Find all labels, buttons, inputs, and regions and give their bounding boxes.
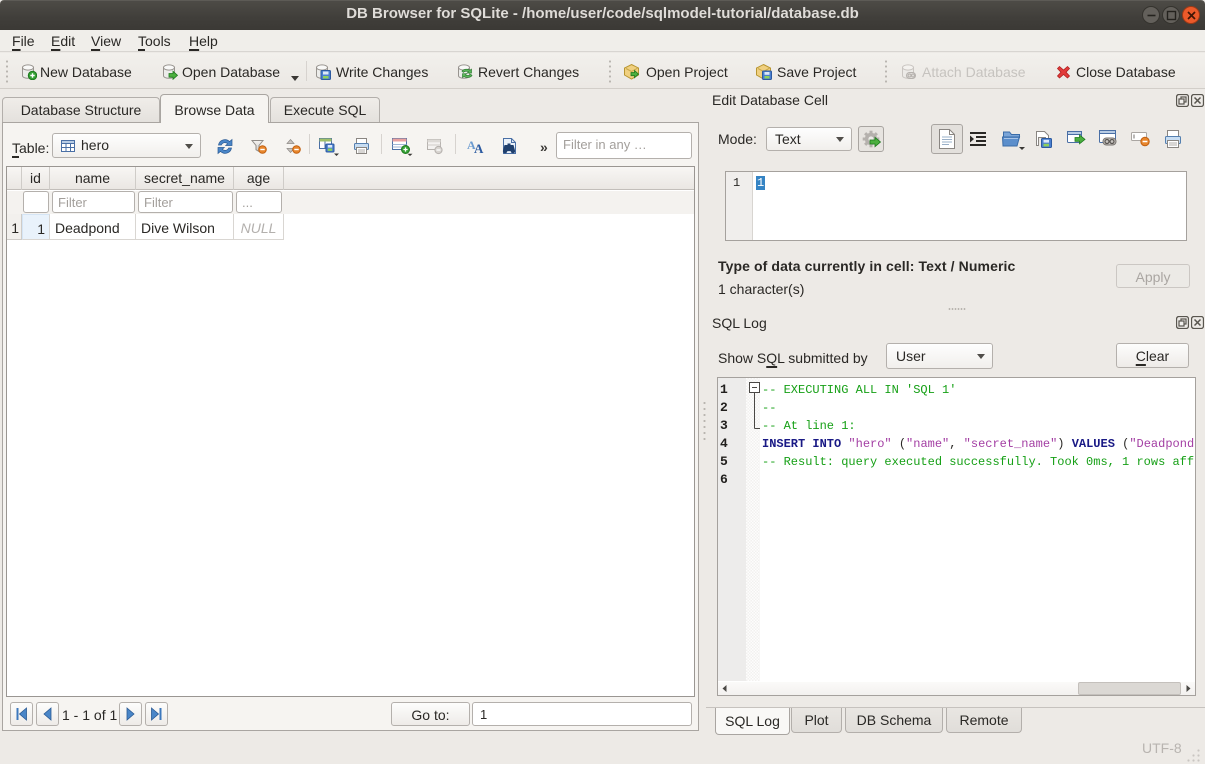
svg-text:A: A (474, 141, 484, 155)
